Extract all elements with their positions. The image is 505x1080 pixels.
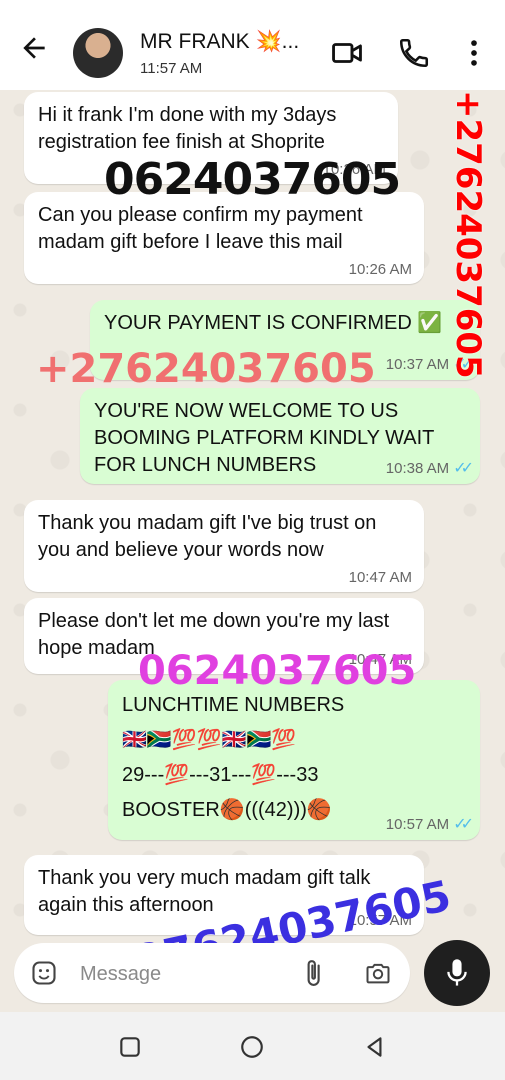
attachment-icon[interactable] (298, 957, 328, 989)
watermark-phone-number: +27624037605 (448, 90, 488, 379)
message-bubble-outgoing[interactable]: YOU'RE NOW WELCOME TO US BOOMING PLATFOR… (80, 388, 480, 484)
message-time: 10:47 AM (348, 569, 412, 586)
message-time: 10:57 AM ✓✓ (385, 815, 474, 834)
voice-message-button[interactable] (424, 940, 490, 1006)
chat-header: MR FRANK 💥... 11:57 AM (0, 0, 505, 90)
video-call-icon[interactable] (330, 36, 364, 70)
read-receipt-icon: ✓✓ (453, 460, 474, 477)
watermark-phone-number: +27624037605 (36, 346, 376, 392)
back-nav-icon[interactable] (362, 1034, 388, 1060)
message-bubble-outgoing[interactable]: LUNCHTIME NUMBERS 🇬🇧🇿🇦💯💯🇬🇧🇿🇦💯 29---💯---3… (108, 680, 480, 840)
system-navigation-bar (0, 1012, 505, 1080)
message-text: YOUR PAYMENT IS CONFIRMED ✅ (104, 312, 443, 334)
more-options-icon[interactable] (457, 36, 491, 70)
message-bubble-incoming[interactable]: Can you please confirm my payment madam … (24, 192, 424, 284)
contact-name[interactable]: MR FRANK 💥... (140, 30, 299, 54)
phone-call-icon[interactable] (397, 36, 431, 70)
recent-apps-icon[interactable] (117, 1034, 143, 1060)
back-arrow-icon[interactable] (18, 32, 50, 64)
read-receipt-icon: ✓✓ (453, 816, 474, 833)
message-time: 10:38 AM ✓✓ (385, 459, 474, 478)
message-input[interactable] (78, 957, 302, 991)
message-text: Hi it frank I'm done with my 3days regis… (38, 104, 337, 153)
watermark-phone-number: 0624037605 (104, 154, 401, 205)
avatar[interactable] (73, 28, 123, 78)
emoji-icon[interactable] (30, 959, 58, 987)
microphone-icon (447, 959, 467, 986)
message-bubble-incoming[interactable]: Thank you madam gift I've big trust on y… (24, 500, 424, 592)
message-text: LUNCHTIME NUMBERS 🇬🇧🇿🇦💯💯🇬🇧🇿🇦💯 29---💯---3… (122, 694, 345, 821)
message-time: 10:26 AM (348, 261, 412, 278)
camera-icon[interactable] (362, 959, 394, 987)
last-seen: 11:57 AM (140, 60, 203, 77)
message-composer (14, 943, 410, 1003)
home-icon[interactable] (239, 1034, 265, 1060)
message-text: Can you please confirm my payment madam … (38, 204, 363, 253)
chat-area[interactable]: Hi it frank I'm done with my 3days regis… (0, 90, 505, 940)
message-text: Thank you madam gift I've big trust on y… (38, 512, 377, 561)
watermark-phone-number: 0624037605 (138, 648, 417, 694)
